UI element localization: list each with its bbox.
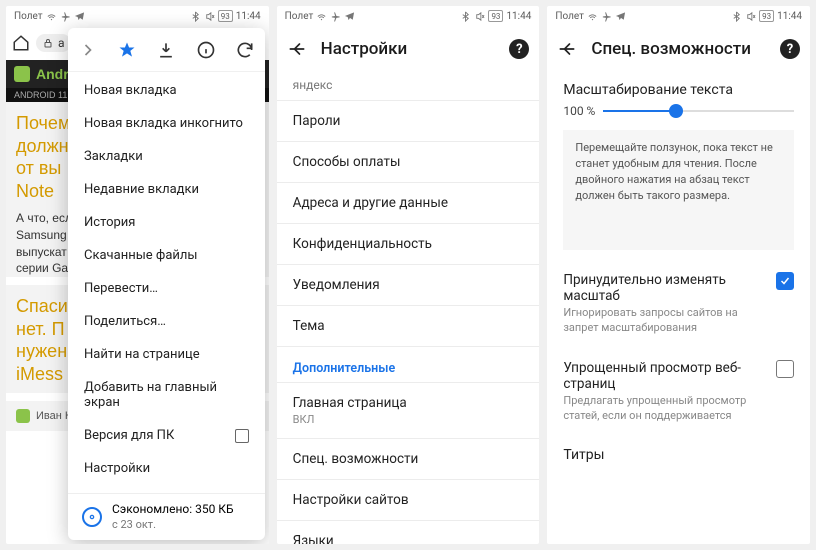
setting-site-settings[interactable]: Настройки сайтов bbox=[277, 479, 540, 520]
help-icon[interactable]: ? bbox=[780, 39, 800, 59]
download-icon[interactable] bbox=[156, 40, 176, 60]
carrier-label: Полет bbox=[14, 11, 43, 22]
wifi-icon bbox=[587, 11, 598, 22]
screen-settings: Полет 93 11:44 Настройки ? яндекс Пароли… bbox=[277, 6, 540, 544]
lock-icon bbox=[42, 37, 54, 49]
page-title: Спец. возможности bbox=[591, 39, 766, 59]
simplified-checkbox[interactable] bbox=[776, 360, 794, 378]
setting-notifications[interactable]: Уведомления bbox=[277, 264, 540, 305]
reload-icon[interactable] bbox=[235, 40, 255, 60]
carrier-label: Полет bbox=[285, 11, 314, 22]
menu-history[interactable]: История bbox=[68, 206, 265, 239]
menu-add-home[interactable]: Добавить на главный экран bbox=[68, 371, 265, 419]
carrier-label: Полет bbox=[555, 11, 584, 22]
bluetooth-icon bbox=[460, 11, 471, 22]
menu-translate[interactable]: Перевести… bbox=[68, 272, 265, 305]
setting-yandex[interactable]: яндекс bbox=[277, 72, 540, 100]
menu-downloads[interactable]: Скачанные файлы bbox=[68, 239, 265, 272]
desktop-site-checkbox[interactable] bbox=[235, 429, 249, 443]
star-icon[interactable] bbox=[117, 40, 137, 60]
clock: 11:44 bbox=[506, 11, 531, 22]
data-saver-row[interactable]: Сэкономлено: 350 КБ с 23 окт. bbox=[68, 493, 265, 540]
menu-find[interactable]: Найти на странице bbox=[68, 338, 265, 371]
menu-incognito[interactable]: Новая вкладка инкогнито bbox=[68, 107, 265, 140]
overflow-menu: Новая вкладка Новая вкладка инкогнито За… bbox=[68, 28, 265, 540]
back-icon[interactable] bbox=[287, 39, 307, 59]
page-title: Настройки bbox=[321, 39, 496, 59]
simplified-sub: Предлагать упрощенный просмотр статей, е… bbox=[563, 394, 766, 424]
text-scaling-slider[interactable] bbox=[603, 110, 794, 112]
setting-privacy[interactable]: Конфиденциальность bbox=[277, 223, 540, 264]
airplane-icon bbox=[60, 11, 71, 22]
menu-settings[interactable]: Настройки bbox=[68, 452, 265, 485]
force-zoom-row[interactable]: Принудительно изменять масштаб Игнориров… bbox=[547, 260, 810, 348]
datasaver-line2: с 23 окт. bbox=[112, 518, 234, 532]
mute-icon bbox=[474, 11, 485, 22]
info-icon[interactable] bbox=[196, 40, 216, 60]
setting-addresses[interactable]: Адреса и другие данные bbox=[277, 182, 540, 223]
app-bar: Спец. возможности ? bbox=[547, 26, 810, 72]
clock: 11:44 bbox=[777, 11, 802, 22]
screen-accessibility: Полет 93 11:44 Спец. возможности ? Масшт… bbox=[547, 6, 810, 544]
data-saver-icon bbox=[82, 507, 102, 527]
setting-theme[interactable]: Тема bbox=[277, 305, 540, 346]
url-text: a bbox=[58, 36, 65, 50]
menu-recent-tabs[interactable]: Недавние вкладки bbox=[68, 173, 265, 206]
airplane-icon bbox=[601, 11, 612, 22]
author-name: Иван К bbox=[36, 410, 71, 422]
telegram-icon bbox=[344, 11, 355, 22]
site-logo-icon bbox=[14, 66, 30, 82]
text-scaling-block: Масштабирование текста 100 % bbox=[547, 72, 810, 124]
forward-icon[interactable] bbox=[78, 40, 98, 60]
menu-bookmarks[interactable]: Закладки bbox=[68, 140, 265, 173]
mute-icon bbox=[204, 11, 215, 22]
clock: 11:44 bbox=[236, 11, 261, 22]
home-icon[interactable] bbox=[12, 34, 30, 52]
battery-indicator: 93 bbox=[218, 10, 233, 22]
menu-desktop-site[interactable]: Версия для ПК bbox=[68, 419, 265, 452]
wifi-icon bbox=[46, 11, 57, 22]
setting-languages[interactable]: Языки bbox=[277, 520, 540, 544]
setting-passwords[interactable]: Пароли bbox=[277, 100, 540, 141]
status-bar: Полет 93 11:44 bbox=[6, 6, 269, 26]
battery-indicator: 93 bbox=[488, 10, 503, 22]
force-zoom-checkbox[interactable] bbox=[776, 272, 794, 290]
datasaver-line1: Сэкономлено: 350 КБ bbox=[112, 502, 234, 518]
text-scaling-value: 100 % bbox=[563, 104, 595, 118]
mute-icon bbox=[745, 11, 756, 22]
sample-text-box: Перемещайте ползунок, пока текст не стан… bbox=[563, 130, 794, 250]
slider-thumb-icon[interactable] bbox=[669, 104, 683, 118]
author-avatar-icon bbox=[16, 409, 30, 423]
force-zoom-sub: Игнорировать запросы сайтов на запрет ма… bbox=[563, 306, 766, 336]
screen-browser-menu: Полет 93 11:44 a Andr ANDROID 11 Почем д… bbox=[6, 6, 269, 544]
menu-share[interactable]: Поделиться… bbox=[68, 305, 265, 338]
status-bar: Полет 93 11:44 bbox=[277, 6, 540, 26]
airplane-icon bbox=[330, 11, 341, 22]
wifi-icon bbox=[316, 11, 327, 22]
menu-list: Новая вкладка Новая вкладка инкогнито За… bbox=[68, 72, 265, 493]
telegram-icon bbox=[615, 11, 626, 22]
force-zoom-title: Принудительно изменять масштаб bbox=[563, 272, 766, 304]
bluetooth-icon bbox=[190, 11, 201, 22]
simplified-view-row[interactable]: Упрощенный просмотр веб-страниц Предлага… bbox=[547, 348, 810, 436]
status-bar: Полет 93 11:44 bbox=[547, 6, 810, 26]
url-bar[interactable]: a bbox=[36, 34, 71, 52]
settings-list: яндекс Пароли Способы оплаты Адреса и др… bbox=[277, 72, 540, 544]
help-icon[interactable]: ? bbox=[509, 39, 529, 59]
telegram-icon bbox=[74, 11, 85, 22]
site-name: Andr bbox=[36, 66, 69, 82]
setting-accessibility[interactable]: Спец. возможности bbox=[277, 438, 540, 479]
section-advanced: Дополнительные bbox=[277, 346, 540, 382]
bluetooth-icon bbox=[731, 11, 742, 22]
menu-icon-row bbox=[68, 28, 265, 72]
setting-payment[interactable]: Способы оплаты bbox=[277, 141, 540, 182]
menu-new-tab[interactable]: Новая вкладка bbox=[68, 74, 265, 107]
simplified-title: Упрощенный просмотр веб-страниц bbox=[563, 360, 766, 392]
captions-row[interactable]: Титры bbox=[547, 435, 810, 475]
setting-homepage[interactable]: Главная страница ВКЛ bbox=[277, 382, 540, 438]
app-bar: Настройки ? bbox=[277, 26, 540, 72]
text-scaling-label: Масштабирование текста bbox=[563, 82, 794, 98]
battery-indicator: 93 bbox=[759, 10, 774, 22]
back-icon[interactable] bbox=[557, 39, 577, 59]
